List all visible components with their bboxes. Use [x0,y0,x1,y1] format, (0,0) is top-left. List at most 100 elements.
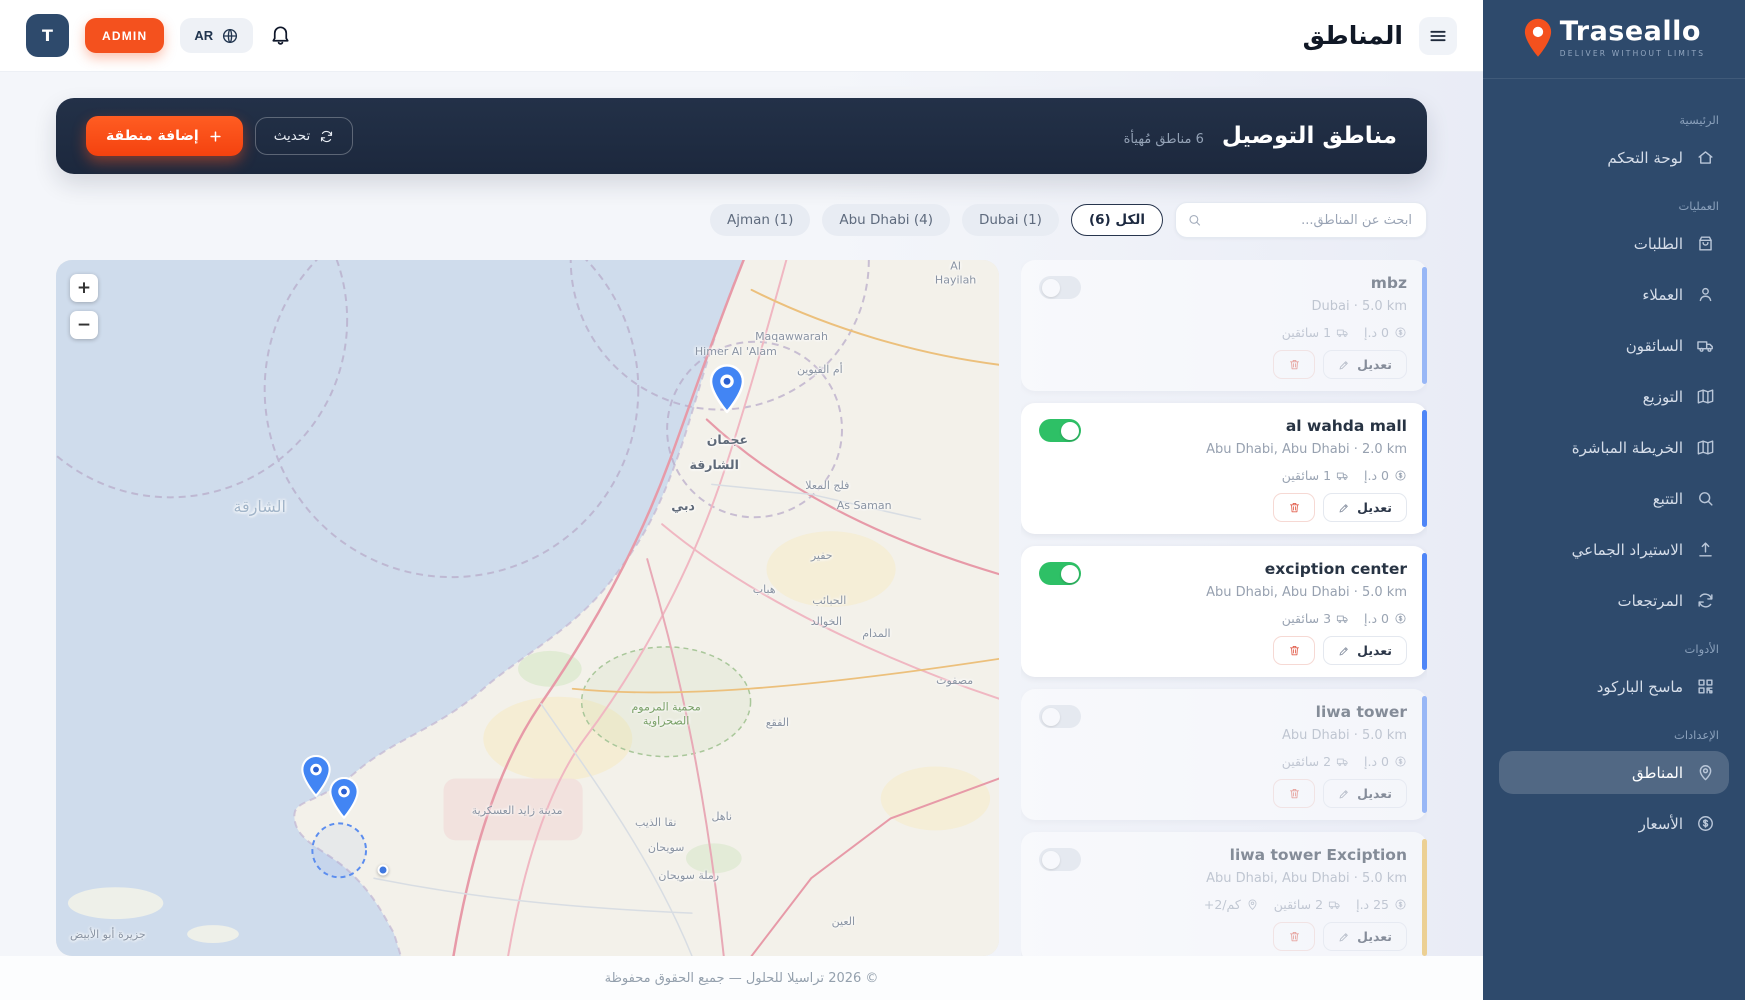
sidebar-item-label: لوحة التحكم [1607,149,1683,167]
sidebar-item-distribution[interactable]: التوزيع [1499,375,1729,418]
zone-drivers-value: 1 سائقين [1282,325,1331,340]
coin-icon [1394,898,1407,911]
sidebar-item-barcode-scanner[interactable]: ماسح الباركود [1499,665,1729,708]
sidebar-item-returns[interactable]: المرتجعات [1499,579,1729,622]
zone-price: 25 د.إ [1356,897,1407,912]
zone-enabled-toggle[interactable] [1039,705,1081,728]
edit-zone-button[interactable]: تعديل [1323,922,1407,951]
toggle-knob [1061,422,1079,440]
delete-zone-button[interactable] [1273,922,1315,951]
zone-drivers-value: 3 سائقين [1282,611,1331,626]
zone-actions: تعديل [1041,922,1407,951]
sidebar-nav: الرئيسيةلوحة التحكمالعملياتالطلباتالعملا… [1483,79,1745,1000]
edit-zone-button[interactable]: تعديل [1323,779,1407,808]
brand-logo: Traseallo DELIVER WITHOUT LIMITS [1483,0,1745,79]
language-switcher[interactable]: AR [180,18,253,53]
sidebar-item-live-map[interactable]: الخريطة المباشرة [1499,426,1729,469]
bell-icon [269,23,292,46]
notifications-button[interactable] [269,23,292,49]
truck-icon [1336,612,1349,625]
admin-badge[interactable]: ADMIN [85,18,164,53]
map-label: نقا الذيب [635,816,677,830]
zone-enabled-toggle[interactable] [1039,276,1081,299]
zone-card-al-wahda-mall[interactable]: al wahda mallAbu Dhabi, Abu Dhabi · 2.0 … [1021,403,1427,534]
edit-zone-button[interactable]: تعديل [1323,493,1407,522]
zone-card-exciption-center[interactable]: exciption centerAbu Dhabi, Abu Dhabi · 5… [1021,546,1427,677]
sidebar-item-bulk-import[interactable]: الاستيراد الجماعي [1499,528,1729,571]
zone-price: 0 د.إ [1364,468,1407,483]
map-marker-icon[interactable] [708,364,746,417]
zone-location: Abu Dhabi, Abu Dhabi · 2.0 km [1041,442,1407,457]
map-label: الشارقة [690,458,739,474]
zone-name: exciption center [1041,560,1407,578]
tab-ajman[interactable]: Ajman (1) [710,204,810,236]
zone-price-value: 0 د.إ [1364,754,1389,769]
map-label: دبي [671,499,695,515]
truck-icon [1696,336,1715,355]
zone-per-km-value: +2/كم [1204,897,1241,912]
map-label: هباب [753,583,776,597]
edit-zone-label: تعديل [1357,500,1392,515]
delete-zone-button[interactable] [1273,350,1315,379]
footer: © 2026 تراسيلا للحلول — جميع الحقوق محفو… [0,956,1483,1000]
map-label: الخوالد [811,615,842,629]
delete-zone-button[interactable] [1273,493,1315,522]
refresh-button[interactable]: تحديث [255,117,354,155]
delete-zone-button[interactable] [1273,779,1315,808]
pencil-icon [1338,359,1350,371]
add-zone-button[interactable]: إضافة منطقة [86,116,243,156]
sidebar-item-dashboard[interactable]: لوحة التحكم [1499,136,1729,179]
toggle-knob [1042,851,1060,869]
sidebar-item-prices[interactable]: الأسعار [1499,802,1729,845]
map-icon [1696,387,1715,406]
delete-zone-button[interactable] [1273,636,1315,665]
sidebar-item-tracking[interactable]: التتبع [1499,477,1729,520]
map-label: رملة سويحان [658,869,719,883]
zone-card-mbz[interactable]: mbzDubai · 5.0 km0 د.إ1 سائقينتعديل [1021,260,1427,391]
zone-enabled-toggle[interactable] [1039,848,1081,871]
map-marker-icon[interactable] [328,777,360,823]
truck-icon [1336,326,1349,339]
sidebar-item-zones[interactable]: المناطق [1499,751,1729,794]
tab-abu-dhabi[interactable]: Abu Dhabi (4) [822,204,950,236]
zone-enabled-toggle[interactable] [1039,419,1081,442]
map-label: الشارقة [233,497,285,517]
map-label: Maqawwarah [755,330,828,344]
app-root: Traseallo DELIVER WITHOUT LIMITS الرئيسي… [0,0,1745,1000]
user-avatar[interactable]: T [26,14,69,57]
zone-accent-bar [1422,696,1427,813]
tab-all[interactable]: الكل (6) [1071,204,1163,236]
map-dot-marker [378,865,389,876]
zones-map[interactable]: Al HayilahMaqawwarahHimer Al 'Alamأم الق… [56,260,999,956]
dollar-icon [1696,814,1715,833]
zone-actions: تعديل [1041,779,1407,808]
sidebar-item-customers[interactable]: العملاء [1499,273,1729,316]
trash-icon [1288,787,1301,800]
zone-accent-bar [1422,410,1427,527]
sidebar-item-drivers[interactable]: السائقون [1499,324,1729,367]
globe-icon [221,27,239,45]
zone-meta: 0 د.إ3 سائقين [1041,611,1407,626]
tab-dubai[interactable]: Dubai (1) [962,204,1059,236]
edit-zone-label: تعديل [1357,643,1392,658]
zone-card-liwa-tower[interactable]: liwa towerAbu Dhabi · 5.0 km0 د.إ2 سائقي… [1021,689,1427,820]
zoom-out-button[interactable]: − [70,311,98,339]
sidebar-item-label: السائقون [1626,337,1683,355]
zone-drivers: 1 سائقين [1282,468,1349,483]
sidebar-item-orders[interactable]: الطلبات [1499,222,1729,265]
search-input[interactable] [1176,203,1426,237]
menu-button[interactable] [1419,17,1457,55]
zone-drivers-value: 2 سائقين [1282,754,1331,769]
edit-zone-button[interactable]: تعديل [1323,350,1407,379]
coin-icon [1394,755,1407,768]
zones-header-band: مناطق التوصيل 6 مناطق مُهيأة تحديث إضافة… [56,98,1427,174]
zone-card-liwa-tower-exciption[interactable]: liwa tower ExciptionAbu Dhabi, Abu Dhabi… [1021,832,1427,956]
zoom-in-button[interactable]: + [70,274,98,302]
zone-location: Abu Dhabi, Abu Dhabi · 5.0 km [1041,871,1407,886]
sidebar: Traseallo DELIVER WITHOUT LIMITS الرئيسي… [1483,0,1745,1000]
brand-tagline: DELIVER WITHOUT LIMITS [1560,49,1705,58]
search-icon [1696,489,1715,508]
zone-enabled-toggle[interactable] [1039,562,1081,585]
edit-zone-button[interactable]: تعديل [1323,636,1407,665]
refresh-label: تحديث [274,128,311,144]
